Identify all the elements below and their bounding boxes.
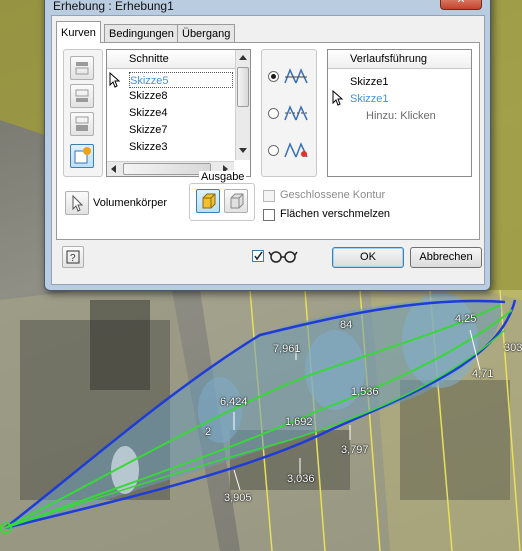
closed-loop-label: Geschlossene Kontur [280,189,386,201]
type-radio-centerline[interactable] [268,108,279,119]
dimension-label[interactable]: 7,961 [273,343,301,355]
tab-kurven[interactable]: Kurven [56,21,101,43]
rails-header-label: Verlaufsführung [350,53,428,65]
list-item[interactable]: Hinzu: Klicken [366,108,436,124]
cancel-button[interactable]: Abbrechen [410,247,482,268]
body-selector-label: Volumenkörper [93,197,167,209]
sections-list[interactable]: Schnitte Skizze5 Skizze8 Skizze4 Skizze7… [106,49,251,177]
scroll-thumb[interactable] [237,67,249,107]
move-up-icon[interactable] [70,56,94,80]
output-label: Ausgabe [199,171,247,183]
tab-uebergang[interactable]: Übergang [177,24,236,42]
scroll-thumb[interactable] [123,163,211,175]
dimension-label[interactable]: 2 [205,426,211,438]
close-icon[interactable]: ✕ [440,0,482,10]
move-down-icon[interactable] [70,84,94,108]
select-arrow-icon[interactable] [65,191,89,215]
list-item[interactable]: Skizze5 [129,72,233,88]
merge-faces-label: Flächen verschmelzen [280,208,391,220]
scroll-up-icon[interactable] [239,55,247,60]
surface-output-icon[interactable] [224,189,248,213]
output-group [189,183,255,221]
centerline-type-icon [284,105,308,121]
scroll-down-icon[interactable] [239,148,247,153]
tab-bedingungen[interactable]: Bedingungen [104,24,179,42]
closed-loop-checkbox[interactable] [263,190,275,202]
list-item[interactable]: Skizze3 [129,139,168,155]
list-item[interactable]: Skizze4 [129,105,168,121]
list-item[interactable]: Skizze8 [129,88,168,104]
dialog-client-area: Kurven Bedingungen Übergang Schnitte Ski… [51,15,485,285]
dimension-label[interactable]: 84 [340,319,352,331]
list-item[interactable]: Skizze1 [350,74,389,90]
scroll-left-icon[interactable] [111,165,116,173]
mouse-cursor-icon [109,72,121,88]
ok-button[interactable]: OK [332,247,404,268]
rails-type-icon [284,68,308,84]
window-title: Erhebung : Erhebung1 [53,0,174,13]
sections-list-header: Schnitte [107,50,250,69]
glasses-preview-icon [268,251,298,263]
svg-text:?: ? [70,253,76,264]
list-item[interactable]: Skizze1 [350,91,389,107]
type-radio-rails[interactable] [268,71,279,82]
sections-vertical-scrollbar[interactable] [235,50,250,160]
mouse-cursor-icon [332,90,344,106]
merge-faces-checkbox[interactable] [263,209,275,221]
loft-type-group [261,49,317,177]
dimension-label[interactable]: 4,25 [455,313,476,325]
dimension-label[interactable]: 3,036 [287,473,315,485]
help-icon[interactable]: ? [62,246,84,268]
solid-output-icon[interactable] [196,189,220,213]
sections-header-label: Schnitte [129,53,169,65]
area-type-icon [284,142,308,158]
type-radio-area[interactable] [268,145,279,156]
add-point-icon[interactable] [70,144,94,168]
dimension-label[interactable]: 1,692 [285,416,313,428]
loft-dialog: Erhebung : Erhebung1 ✕ Kurven Bedingunge… [44,0,491,291]
move-bottom-icon[interactable] [70,112,94,136]
dimension-label[interactable]: 1,536 [351,386,379,398]
dimension-label[interactable]: 4,71 [472,368,493,380]
list-item[interactable]: Skizze7 [129,122,168,138]
rails-list-header: Verlaufsführung [328,50,471,69]
rails-list[interactable]: Verlaufsführung Skizze1 Skizze1 Hinzu: K… [327,49,472,177]
dimension-label[interactable]: 303 [504,342,522,354]
dimension-label[interactable]: 6,424 [220,396,248,408]
section-order-group [63,49,103,177]
preview-checkbox[interactable] [252,250,264,262]
dimension-label[interactable]: 3,797 [341,444,369,456]
dimension-label[interactable]: 3,905 [224,492,252,504]
curves-tab-panel: Schnitte Skizze5 Skizze8 Skizze4 Skizze7… [56,42,480,240]
